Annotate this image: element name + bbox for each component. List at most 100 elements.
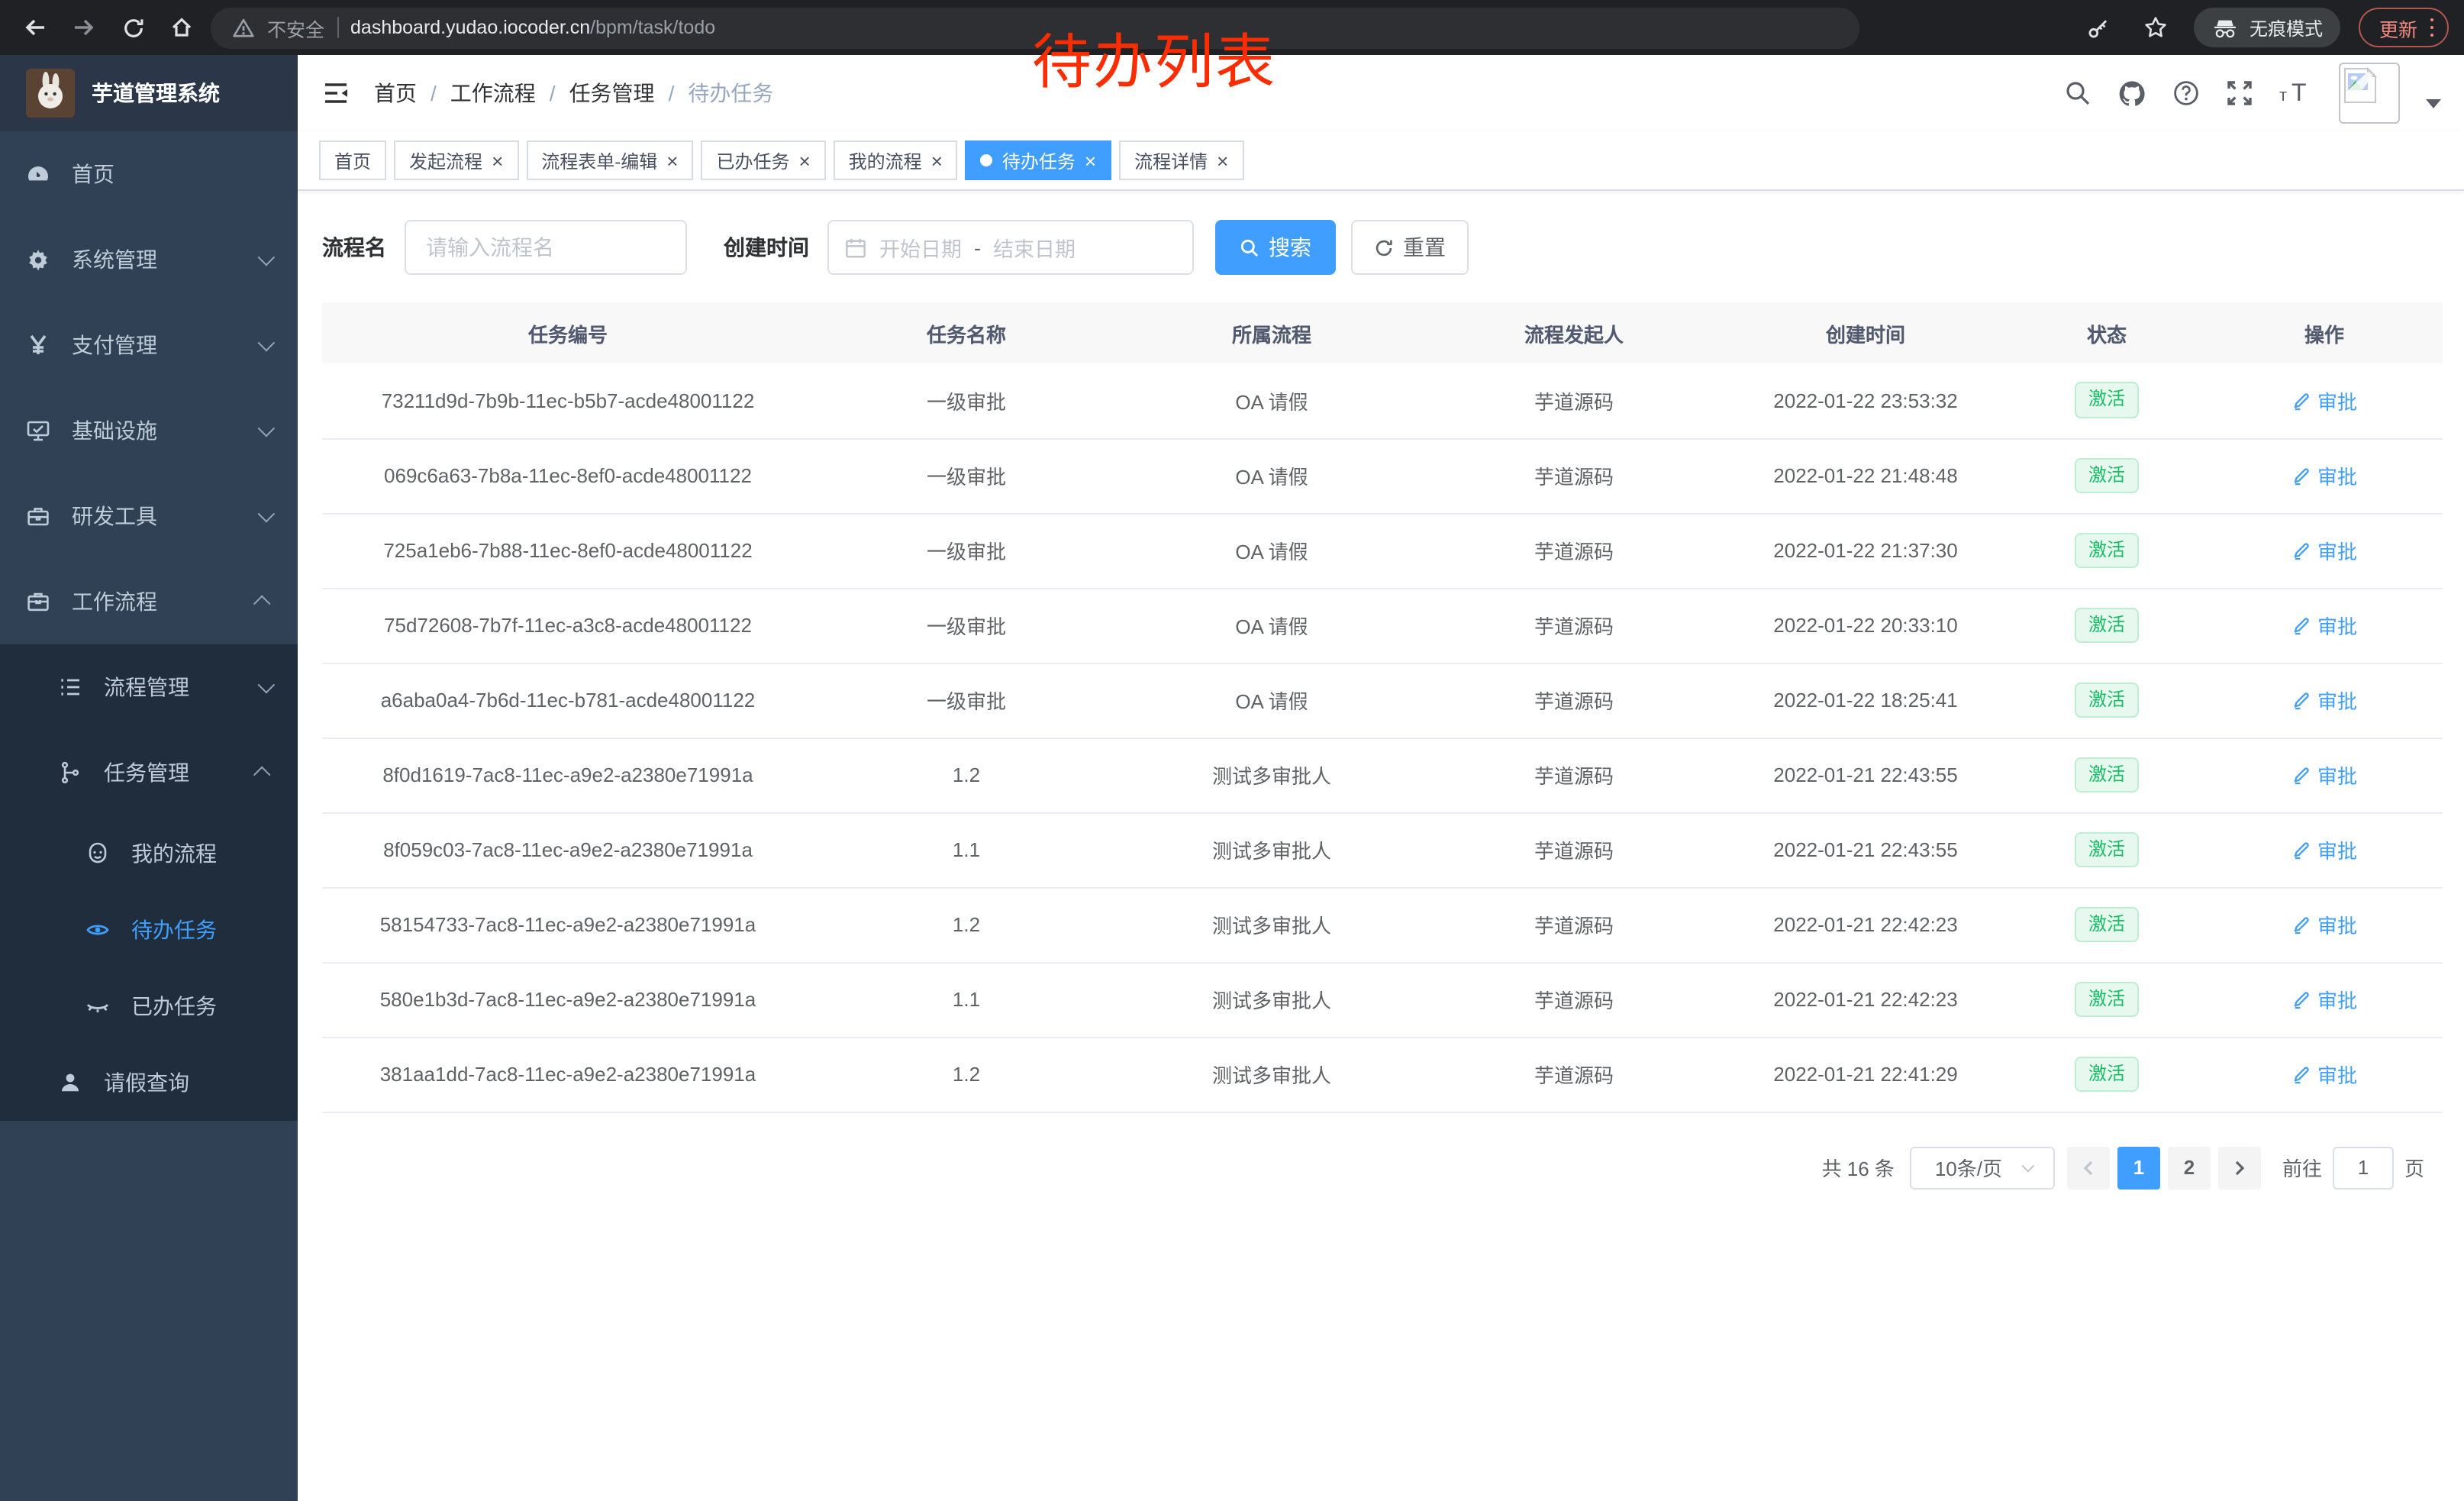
table-row: 8f059c03-7ac8-11ec-a9e2-a2380e71991a 1.1… bbox=[322, 812, 2443, 887]
col-task-name: 任务名称 bbox=[814, 302, 1119, 363]
sidebar-item-my-process[interactable]: 我的流程 bbox=[0, 815, 298, 892]
cell-process: 测试多审批人 bbox=[1119, 738, 1424, 812]
next-page-button[interactable] bbox=[2218, 1146, 2261, 1189]
tab-start-process[interactable]: 发起流程× bbox=[394, 140, 518, 180]
browser-menu-icon[interactable] bbox=[2430, 18, 2433, 37]
reset-button[interactable]: 重置 bbox=[1351, 220, 1469, 275]
status-badge: 激活 bbox=[2075, 682, 2139, 718]
process-name-input[interactable] bbox=[405, 220, 687, 275]
approve-button[interactable]: 审批 bbox=[2291, 536, 2357, 565]
sidebar-item-process-mgmt[interactable]: 流程管理 bbox=[0, 644, 298, 730]
collapse-sidebar-icon[interactable] bbox=[321, 78, 351, 108]
breadcrumb-home[interactable]: 首页 bbox=[374, 78, 417, 108]
incognito-label: 无痕模式 bbox=[2250, 15, 2323, 40]
edit-pen-icon bbox=[2291, 541, 2311, 560]
sidebar-item-todo-tasks[interactable]: 待办任务 bbox=[0, 892, 298, 968]
cell-starter: 芋道源码 bbox=[1424, 588, 1724, 663]
approve-button[interactable]: 审批 bbox=[2291, 686, 2357, 715]
sidebar-item-label: 基础设施 bbox=[72, 415, 157, 446]
page-button-1[interactable]: 1 bbox=[2117, 1146, 2160, 1189]
tab-close-icon[interactable]: × bbox=[798, 150, 810, 170]
goto-page-input[interactable] bbox=[2333, 1146, 2394, 1189]
status-badge: 激活 bbox=[2075, 457, 2139, 493]
approve-button[interactable]: 审批 bbox=[2291, 1060, 2357, 1089]
tab-todo-tasks[interactable]: 待办任务× bbox=[966, 140, 1111, 180]
sidebar-item-label: 已办任务 bbox=[131, 991, 217, 1022]
tab-close-icon[interactable]: × bbox=[1085, 150, 1096, 170]
github-icon[interactable] bbox=[2117, 79, 2146, 108]
approve-button[interactable]: 审批 bbox=[2291, 835, 2357, 864]
browser-reload-icon[interactable] bbox=[113, 8, 153, 47]
end-date-placeholder: 结束日期 bbox=[993, 232, 1076, 263]
approve-button[interactable]: 审批 bbox=[2291, 760, 2357, 789]
cell-create-time: 2022-01-21 22:43:55 bbox=[1724, 738, 2008, 812]
date-range-picker[interactable]: 开始日期 - 结束日期 bbox=[827, 220, 1194, 275]
approve-button[interactable]: 审批 bbox=[2291, 461, 2357, 490]
tab-home[interactable]: 首页 bbox=[319, 140, 386, 180]
cell-task-name: 1.1 bbox=[814, 812, 1119, 887]
sidebar-item-home[interactable]: 首页 bbox=[0, 131, 298, 217]
breadcrumb-workflow[interactable]: 工作流程 bbox=[450, 78, 536, 108]
tab-process-detail[interactable]: 流程详情× bbox=[1119, 140, 1243, 180]
avatar[interactable] bbox=[2339, 63, 2400, 124]
page-size-select[interactable]: 10条/页 bbox=[1910, 1146, 2055, 1189]
cell-process: 测试多审批人 bbox=[1119, 812, 1424, 887]
sidebar-item-label: 待办任务 bbox=[131, 915, 217, 945]
tab-form-edit[interactable]: 流程表单-编辑× bbox=[526, 140, 693, 180]
page-button-2[interactable]: 2 bbox=[2168, 1146, 2211, 1189]
gear-icon bbox=[26, 247, 50, 272]
browser-update-button[interactable]: 更新 bbox=[2359, 8, 2449, 47]
browser-back-icon[interactable] bbox=[15, 8, 55, 47]
toolbox-icon bbox=[26, 504, 50, 528]
help-icon[interactable] bbox=[2172, 79, 2200, 107]
calendar-icon bbox=[844, 236, 867, 259]
logo-image bbox=[26, 69, 75, 118]
sidebar-logo[interactable]: 芋道管理系统 bbox=[0, 55, 298, 131]
avatar-dropdown-icon[interactable] bbox=[2426, 99, 2441, 108]
sidebar-item-done-tasks[interactable]: 已办任务 bbox=[0, 968, 298, 1044]
fullscreen-icon[interactable] bbox=[2226, 79, 2253, 107]
cell-task-id: 8f059c03-7ac8-11ec-a9e2-a2380e71991a bbox=[322, 812, 814, 887]
edit-pen-icon bbox=[2291, 466, 2311, 486]
cell-status: 激活 bbox=[2008, 438, 2206, 513]
approve-button[interactable]: 审批 bbox=[2291, 910, 2357, 939]
browser-home-icon[interactable] bbox=[162, 8, 202, 47]
approve-button[interactable]: 审批 bbox=[2291, 611, 2357, 640]
tab-close-icon[interactable]: × bbox=[931, 150, 943, 170]
search-icon[interactable] bbox=[2064, 79, 2091, 107]
font-size-icon[interactable]: тT bbox=[2279, 79, 2313, 107]
prev-page-button[interactable] bbox=[2067, 1146, 2110, 1189]
sidebar-item-label: 首页 bbox=[72, 159, 114, 189]
sidebar-item-system[interactable]: 系统管理 bbox=[0, 217, 298, 302]
status-badge: 激活 bbox=[2075, 981, 2139, 1017]
cell-starter: 芋道源码 bbox=[1424, 1037, 1724, 1112]
approve-button[interactable]: 审批 bbox=[2291, 386, 2357, 415]
tab-close-icon[interactable]: × bbox=[1217, 150, 1228, 170]
browser-forward-icon[interactable] bbox=[64, 8, 104, 47]
approve-button[interactable]: 审批 bbox=[2291, 985, 2357, 1014]
cell-action: 审批 bbox=[2206, 887, 2443, 962]
tab-my-process[interactable]: 我的流程× bbox=[834, 140, 958, 180]
sidebar-item-infra[interactable]: 基础设施 bbox=[0, 388, 298, 473]
key-icon[interactable] bbox=[2079, 8, 2118, 47]
breadcrumb-current: 待办任务 bbox=[688, 78, 773, 108]
refresh-icon bbox=[1374, 237, 1394, 257]
cell-process: 测试多审批人 bbox=[1119, 962, 1424, 1037]
search-button[interactable]: 搜索 bbox=[1215, 220, 1336, 275]
url-divider bbox=[337, 17, 338, 38]
sidebar-item-leave-query[interactable]: 请假查询 bbox=[0, 1044, 298, 1121]
col-process: 所属流程 bbox=[1119, 302, 1424, 363]
sidebar-item-task-mgmt[interactable]: 任务管理 bbox=[0, 730, 298, 815]
sidebar-item-devtools[interactable]: 研发工具 bbox=[0, 473, 298, 559]
top-navbar: 首页 / 工作流程 / 任务管理 / 待办任务 тT bbox=[298, 55, 2464, 131]
cell-process: OA 请假 bbox=[1119, 438, 1424, 513]
tab-done-tasks[interactable]: 已办任务× bbox=[701, 140, 825, 180]
sidebar-item-payment[interactable]: 支付管理 bbox=[0, 302, 298, 388]
warning-icon bbox=[232, 16, 255, 39]
bookmark-star-icon[interactable] bbox=[2137, 8, 2176, 47]
sidebar-item-workflow[interactable]: 工作流程 bbox=[0, 559, 298, 644]
total-count: 共 16 条 bbox=[1822, 1153, 1895, 1182]
tab-close-icon[interactable]: × bbox=[492, 150, 503, 170]
tab-close-icon[interactable]: × bbox=[666, 150, 678, 170]
breadcrumb-task-mgmt[interactable]: 任务管理 bbox=[569, 78, 655, 108]
